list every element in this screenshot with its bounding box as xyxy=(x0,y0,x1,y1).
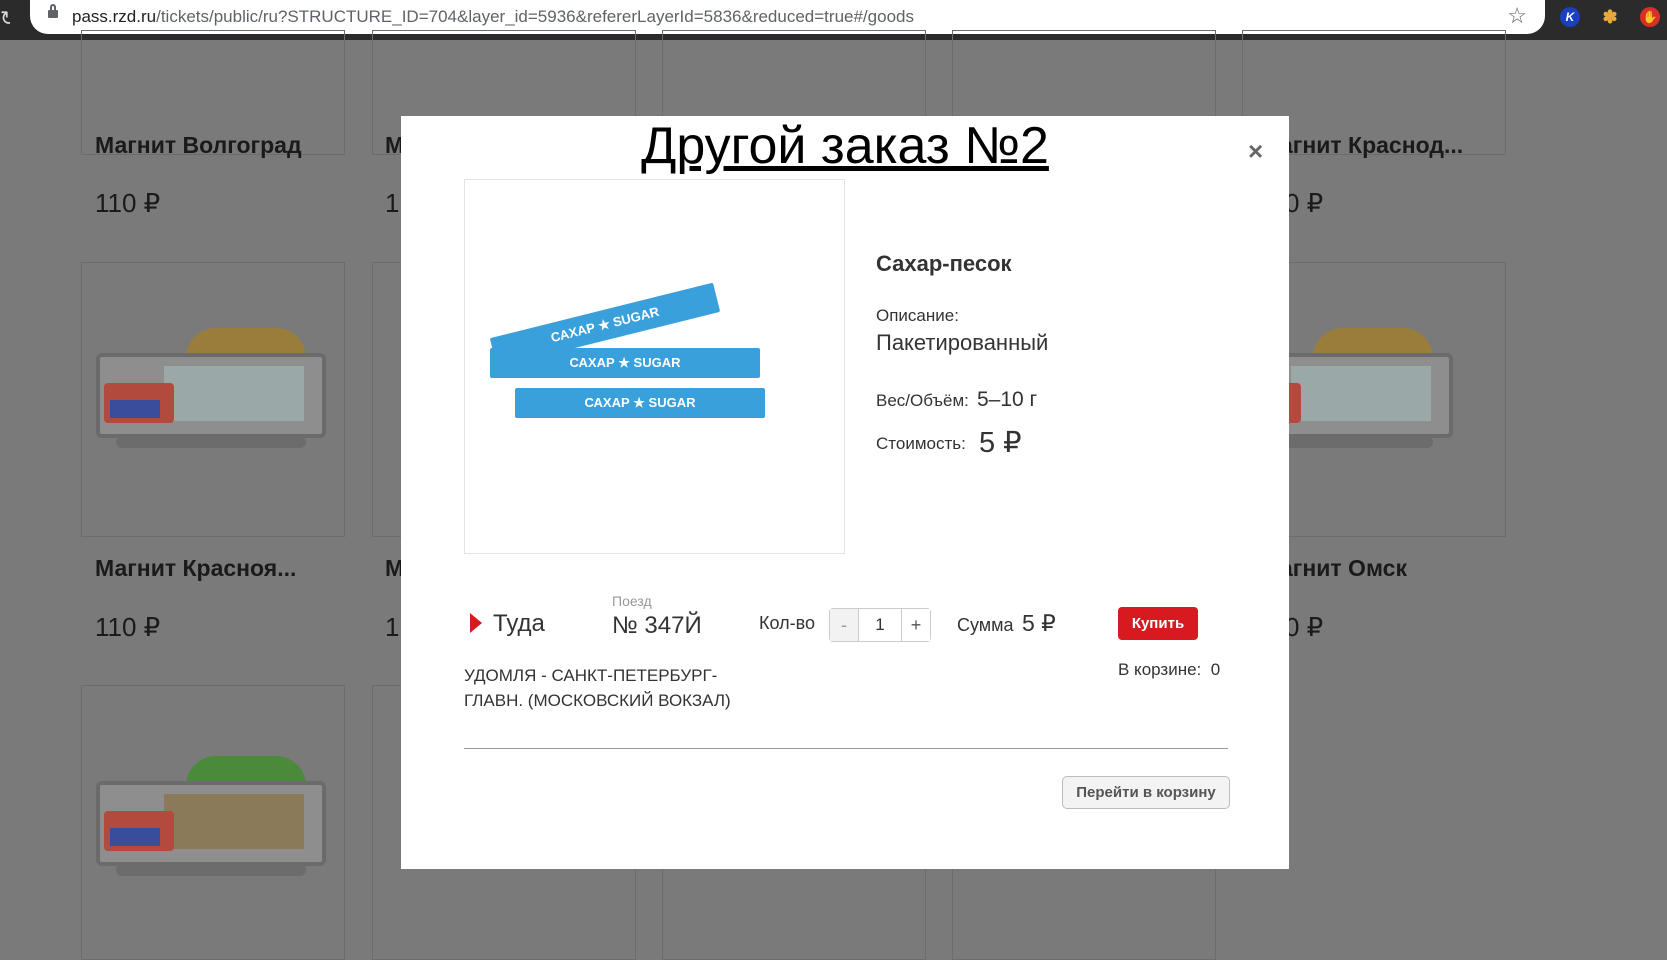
product-card-image[interactable] xyxy=(81,685,345,960)
description-label: Описание: xyxy=(876,306,959,325)
product-name: Сахар-песок xyxy=(876,251,1012,276)
product-card-price: 1 xyxy=(385,612,400,642)
reload-icon[interactable]: ↻ xyxy=(0,6,10,31)
product-card-title[interactable]: Магнит Волгоград xyxy=(95,132,302,159)
product-modal: Другой заказ №2 × САХАР ★ SUGAR САХАР ★ … xyxy=(401,116,1289,869)
cost-value: 5 ₽ xyxy=(979,427,1022,459)
divider xyxy=(464,748,1228,749)
increment-button[interactable]: + xyxy=(901,609,930,641)
product-card-price: 110 ₽ xyxy=(95,188,161,218)
product-card-title[interactable]: Магнит Красноя... xyxy=(95,555,296,582)
weight-value: 5–10 г xyxy=(977,388,1038,411)
quantity-stepper: - 1 + xyxy=(829,608,931,642)
go-to-cart-button[interactable]: Перейти в корзину xyxy=(1062,776,1230,809)
url-text[interactable]: pass.rzd.ru/tickets/public/ru?STRUCTURE_… xyxy=(72,7,914,27)
lock-icon xyxy=(48,4,58,18)
route-text: УДОМЛЯ - САНКТ-ПЕТЕРБУРГ-ГЛАВН. (МОСКОВС… xyxy=(464,666,731,710)
weight-label: Вес/Объём: xyxy=(876,391,969,410)
url-path: /tickets/public/ru?STRUCTURE_ID=704&laye… xyxy=(156,7,914,26)
product-card-price: 0 ₽ xyxy=(1285,188,1324,218)
in-cart-label: В корзине: xyxy=(1118,660,1202,679)
quantity-input[interactable]: 1 xyxy=(859,609,901,641)
direction-label: Туда xyxy=(493,610,545,637)
product-card-price: 110 ₽ xyxy=(95,612,161,642)
sum-label: Сумма xyxy=(957,615,1014,635)
modal-heading: Другой заказ №2 xyxy=(641,117,1049,175)
product-card-price: 1 xyxy=(385,188,400,218)
star-icon[interactable]: ☆ xyxy=(1507,3,1527,29)
kaspersky-icon[interactable]: K xyxy=(1560,7,1580,27)
product-image: САХАР ★ SUGAR САХАР ★ SUGAR САХАР ★ SUGA… xyxy=(464,179,845,554)
buy-button[interactable]: Купить xyxy=(1118,607,1198,640)
train-number: № 347Й xyxy=(612,612,702,639)
quantity-label: Кол-во xyxy=(759,613,815,633)
sum-value: 5 ₽ xyxy=(1022,610,1056,636)
description-value: Пакетированный xyxy=(876,330,1049,355)
product-card-price: 0 ₽ xyxy=(1285,612,1324,642)
url-host: pass.rzd.ru xyxy=(72,7,157,26)
in-cart-count: В корзине: 0 xyxy=(1118,660,1220,680)
address-bar[interactable]: pass.rzd.ru/tickets/public/ru?STRUCTURE_… xyxy=(30,0,1545,34)
sugar-stick: САХАР ★ SUGAR xyxy=(515,388,765,418)
direction-arrow-icon xyxy=(470,613,482,633)
decrement-button[interactable]: - xyxy=(830,609,859,641)
close-icon[interactable]: × xyxy=(1248,136,1263,167)
sugar-stick: САХАР ★ SUGAR xyxy=(490,348,760,378)
paw-icon[interactable]: ✽ xyxy=(1600,7,1620,27)
cost-label: Стоимость: xyxy=(876,434,966,453)
train-label: Поезд xyxy=(612,593,652,609)
product-card-title[interactable]: агнит Краснод... xyxy=(1280,132,1463,159)
adblock-icon[interactable]: ✋ xyxy=(1640,7,1660,27)
product-card-title[interactable]: агнит Омск xyxy=(1280,555,1407,582)
in-cart-value: 0 xyxy=(1210,660,1221,679)
product-card-image[interactable] xyxy=(81,262,345,537)
